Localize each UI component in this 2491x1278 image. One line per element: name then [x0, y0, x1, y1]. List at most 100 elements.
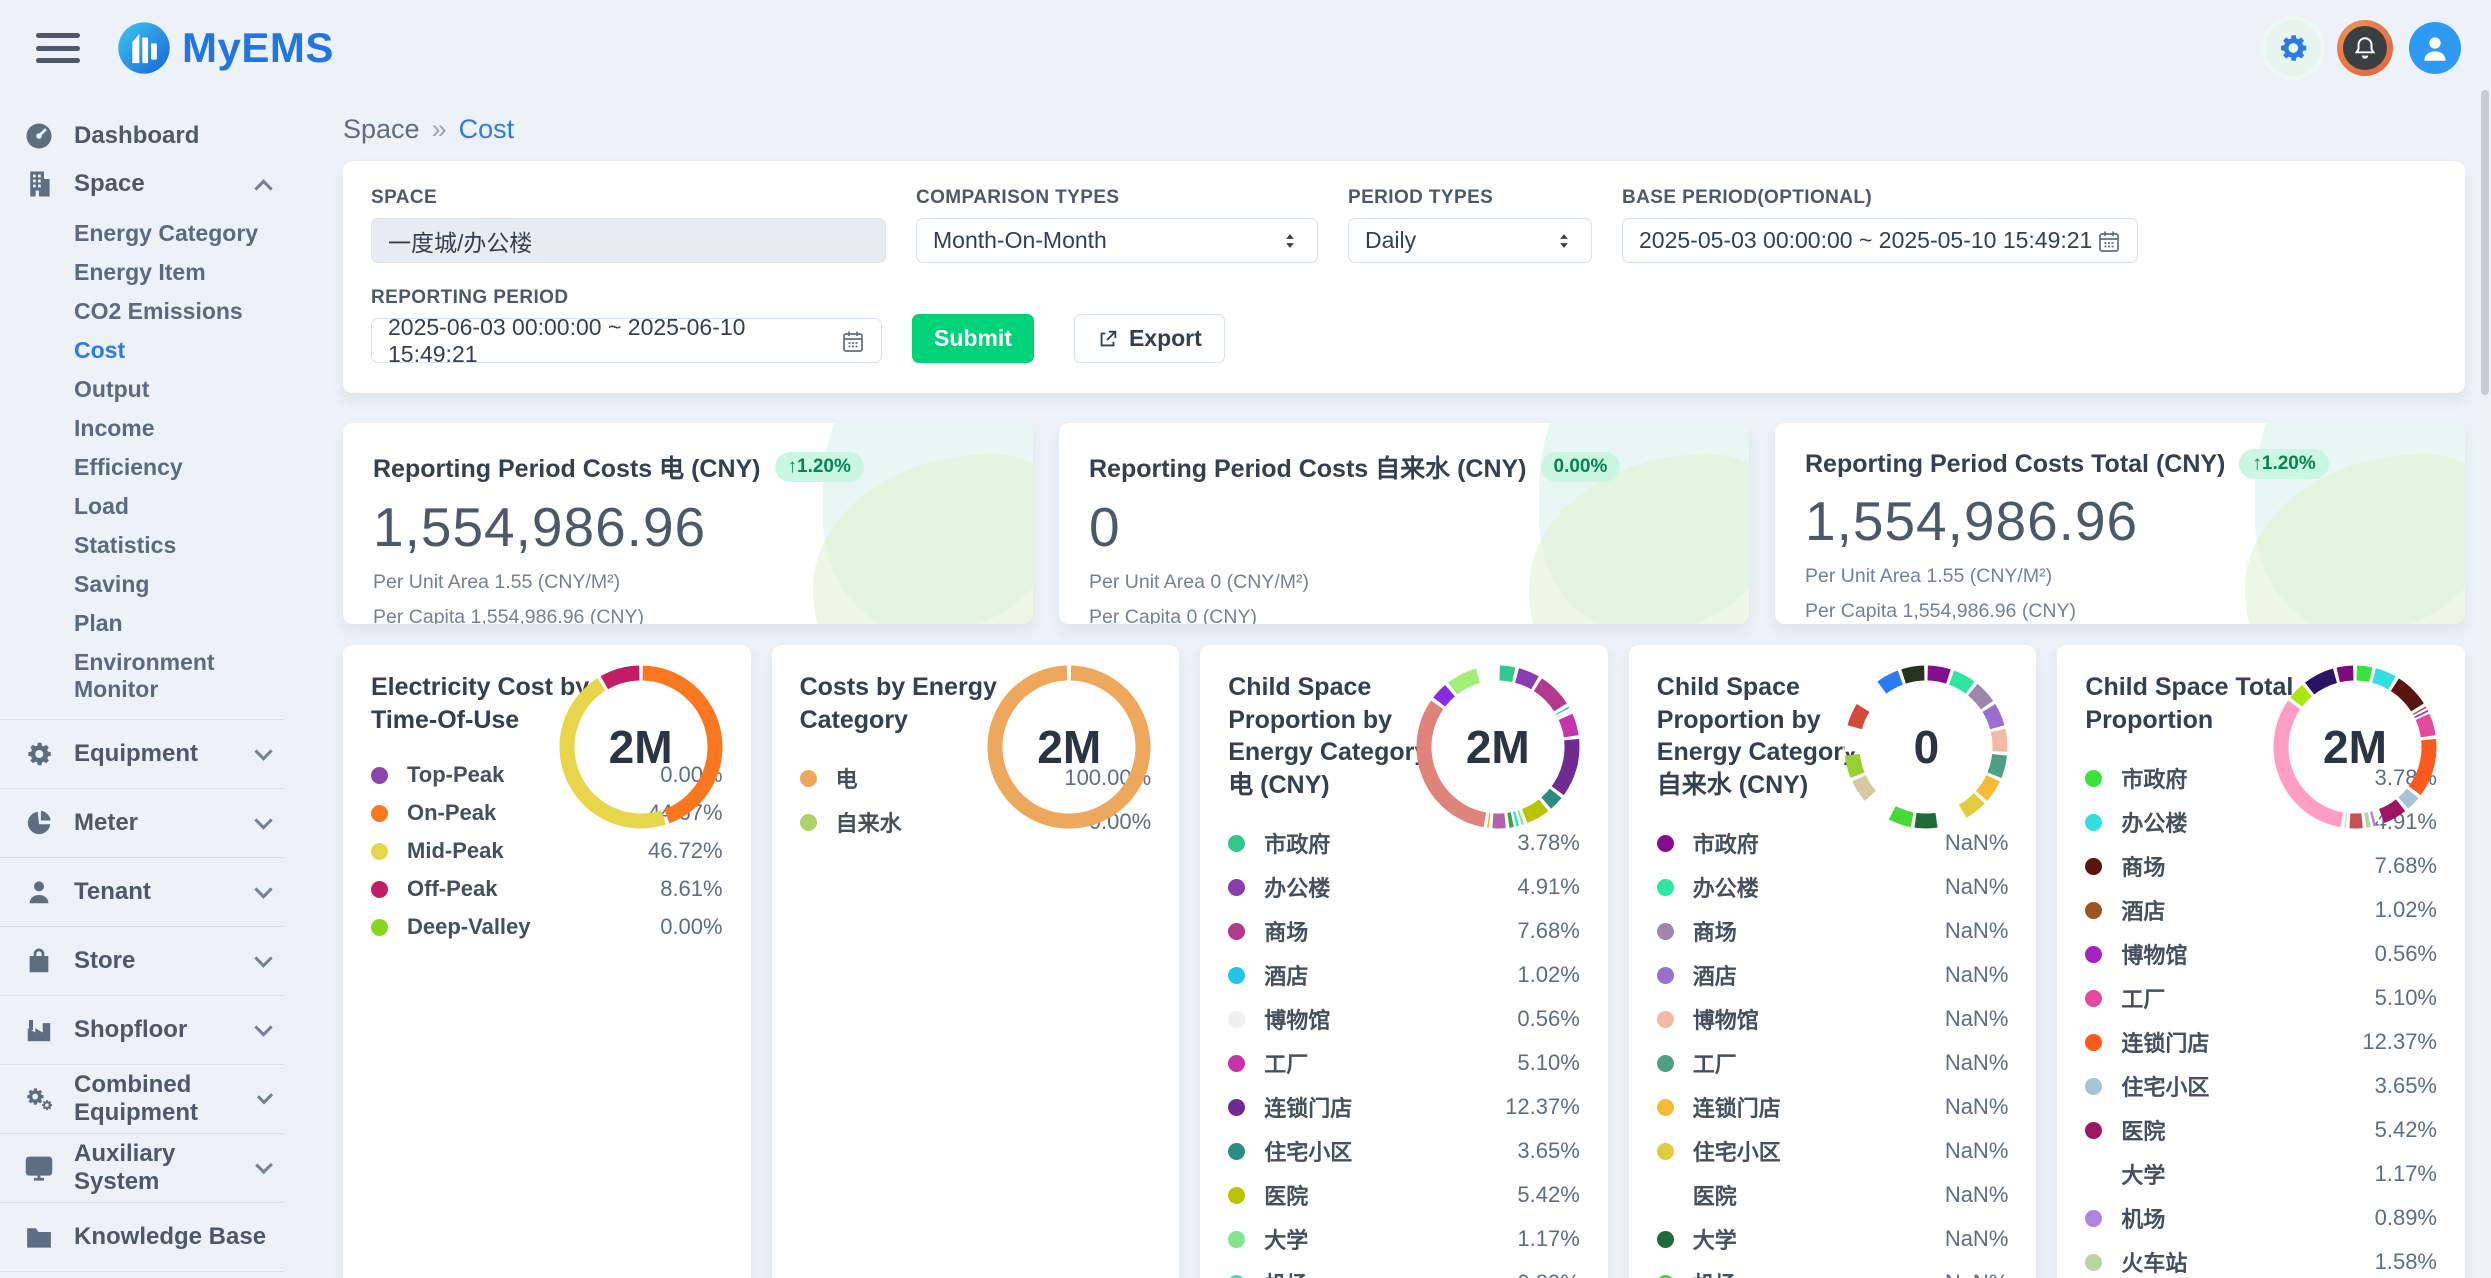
legend-item-博物馆[interactable]: 博物馆0.56% — [2085, 938, 2437, 970]
legend-dot — [1228, 967, 1245, 984]
legend-item-住宅小区[interactable]: 住宅小区3.65% — [1228, 1135, 1580, 1167]
folder-icon — [24, 1222, 54, 1252]
legend-item-住宅小区[interactable]: 住宅小区NaN% — [1657, 1135, 2009, 1167]
sidebar-item-store[interactable]: Store — [0, 926, 284, 995]
notifications-button[interactable] — [2337, 20, 2393, 76]
legend-item-酒店[interactable]: 酒店 NaN% — [1657, 959, 2009, 991]
legend-item-工厂[interactable]: 工厂NaN% — [1657, 1047, 2009, 1079]
legend-label: 办公楼 — [1264, 871, 1330, 903]
stat-badge: ↑1.20% — [775, 452, 864, 482]
legend-item-工厂[interactable]: 工厂5.10% — [1228, 1047, 1580, 1079]
donut-chart[interactable] — [979, 657, 1159, 837]
stat-per-capita: Per Capita 1,554,986.96 (CNY) — [1805, 600, 2435, 623]
chart-card-child-space-total: Child Space Total Proportion 市政府3.78%办公楼… — [2057, 645, 2465, 1278]
sidebar-item-knowledge-base[interactable]: Knowledge Base — [0, 1202, 284, 1271]
chart-legend: 市政府3.78%办公楼4.91%商场7.68%酒店1.02%博物馆0.56%工厂… — [1228, 827, 1580, 1278]
brand-logo[interactable]: MyEMS — [116, 20, 334, 76]
sidebar-item-label: Tenant — [74, 878, 151, 906]
legend-item-连锁门店[interactable]: 连锁门店12.37% — [1228, 1091, 1580, 1123]
stat-value: 0 — [1089, 495, 1719, 559]
legend-dot — [800, 770, 817, 787]
legend-item-大学[interactable]: 大学1.17% — [1228, 1223, 1580, 1255]
sidebar-item-efficiency[interactable]: Efficiency — [0, 448, 284, 487]
sidebar-item-cost[interactable]: Cost — [0, 331, 284, 370]
legend-item-酒店[interactable]: 酒店1.02% — [2085, 894, 2437, 926]
legend-item-deep-valley[interactable]: Deep-Valley0.00% — [371, 914, 723, 940]
legend-label: 酒店 — [1693, 959, 1737, 991]
breadcrumb-space-link[interactable]: Space — [343, 114, 420, 144]
base-period-label: BASE PERIOD(OPTIONAL) — [1622, 187, 2138, 209]
legend-item-机场[interactable]: 机场NaN% — [1657, 1267, 2009, 1278]
base-period-input[interactable]: 2025-05-03 00:00:00 ~ 2025-05-10 15:49:2… — [1622, 218, 2138, 263]
legend-item-大学[interactable]: 大学NaN% — [1657, 1223, 2009, 1255]
sidebar: Dashboard Space Energy CategoryEnergy It… — [0, 96, 300, 1278]
sidebar-item-statistics[interactable]: Statistics — [0, 526, 284, 565]
sidebar-item-load[interactable]: Load — [0, 487, 284, 526]
user-avatar[interactable] — [2409, 22, 2461, 74]
legend-value: 0.56% — [2375, 941, 2437, 967]
legend-label: 大学 — [2121, 1158, 2165, 1190]
sidebar-item-auxiliary-system[interactable]: Auxiliary System — [0, 1133, 284, 1202]
legend-item-医院[interactable]: 医院NaN% — [1657, 1179, 2009, 1211]
hamburger-menu-icon[interactable] — [36, 33, 80, 63]
sidebar-item-co2-emissions[interactable]: CO2 Emissions — [0, 292, 284, 331]
sidebar-item-dashboard[interactable]: Dashboard — [0, 112, 284, 160]
sidebar-item-income[interactable]: Income — [0, 409, 284, 448]
legend-dot — [1228, 1143, 1245, 1160]
legend-item-办公楼[interactable]: 办公楼 4.91% — [1228, 871, 1580, 903]
legend-item-商场[interactable]: 商场7.68% — [1228, 915, 1580, 947]
chart-card-child-space-water: Child Space Proportion by Energy Categor… — [1629, 645, 2037, 1278]
legend-label: 工厂 — [1264, 1047, 1308, 1079]
sidebar-item-energy-category[interactable]: Energy Category — [0, 214, 284, 253]
scrollbar-thumb[interactable] — [2481, 90, 2489, 395]
sidebar-item-equipment[interactable]: Equipment — [0, 719, 284, 788]
donut-chart[interactable] — [551, 657, 731, 837]
legend-item-商场[interactable]: 商场NaN% — [1657, 915, 2009, 947]
donut-chart[interactable] — [1408, 657, 1588, 837]
sidebar-item-environment-monitor[interactable]: Environment Monitor — [0, 643, 284, 709]
legend-item-医院[interactable]: 医院5.42% — [1228, 1179, 1580, 1211]
legend-label: 博物馆 — [1264, 1003, 1330, 1035]
period-types-select[interactable]: Daily — [1348, 218, 1592, 263]
legend-item-办公楼[interactable]: 办公楼NaN% — [1657, 871, 2009, 903]
legend-value: 4.91% — [1517, 874, 1579, 900]
legend-value: NaN% — [1945, 962, 2009, 988]
sidebar-item-combined-equipment[interactable]: Combined Equipment — [0, 1064, 284, 1133]
legend-item-酒店[interactable]: 酒店1.02% — [1228, 959, 1580, 991]
legend-item-住宅小区[interactable]: 住宅小区3.65% — [2085, 1070, 2437, 1102]
comparison-types-select[interactable]: Month-On-Month — [916, 218, 1318, 263]
sidebar-item-plan[interactable]: Plan — [0, 604, 284, 643]
legend-item-商场[interactable]: 商场7.68% — [2085, 850, 2437, 882]
donut-chart[interactable] — [2265, 657, 2445, 837]
sidebar-item-meter[interactable]: Meter — [0, 788, 284, 857]
space-input[interactable]: 一度城/办公楼 — [371, 218, 886, 263]
donut-chart[interactable] — [1836, 657, 2016, 837]
legend-item-连锁门店[interactable]: 连锁门店12.37% — [2085, 1026, 2437, 1058]
sidebar-item-space[interactable]: Space — [0, 160, 284, 208]
legend-item-工厂[interactable]: 工厂5.10% — [2085, 982, 2437, 1014]
person-icon — [2418, 31, 2452, 65]
legend-item-火车站[interactable]: 火车站1.58% — [2085, 1246, 2437, 1278]
settings-button[interactable] — [2265, 20, 2321, 76]
submit-button[interactable]: Submit — [912, 314, 1034, 363]
stat-title: Reporting Period Costs 电 (CNY) — [373, 449, 761, 485]
legend-label: 电 — [836, 762, 858, 794]
reporting-period-input[interactable]: 2025-06-03 00:00:00 ~ 2025-06-10 15:49:2… — [371, 318, 882, 363]
sidebar-item-shopfloor[interactable]: Shopfloor — [0, 995, 284, 1064]
legend-dot — [800, 814, 817, 831]
legend-item-off-peak[interactable]: Off-Peak8.61% — [371, 876, 723, 902]
sidebar-item-saving[interactable]: Saving — [0, 565, 284, 604]
legend-item-博物馆[interactable]: 博物馆0.56% — [1228, 1003, 1580, 1035]
legend-item-大学[interactable]: 大学1.17% — [2085, 1158, 2437, 1190]
sidebar-item-tenant[interactable]: Tenant — [0, 857, 284, 926]
legend-item-连锁门店[interactable]: 连锁门店NaN% — [1657, 1091, 2009, 1123]
sidebar-item-energy-item[interactable]: Energy Item — [0, 253, 284, 292]
export-button[interactable]: Export — [1074, 314, 1225, 363]
legend-item-机场[interactable]: 机场0.89% — [2085, 1202, 2437, 1234]
legend-item-机场[interactable]: 机场0.89% — [1228, 1267, 1580, 1278]
legend-item-博物馆[interactable]: 博物馆NaN% — [1657, 1003, 2009, 1035]
legend-item-医院[interactable]: 医院5.42% — [2085, 1114, 2437, 1146]
legend-item-mid-peak[interactable]: Mid-Peak46.72% — [371, 838, 723, 864]
chevron-up-icon — [254, 179, 272, 197]
sidebar-item-output[interactable]: Output — [0, 370, 284, 409]
